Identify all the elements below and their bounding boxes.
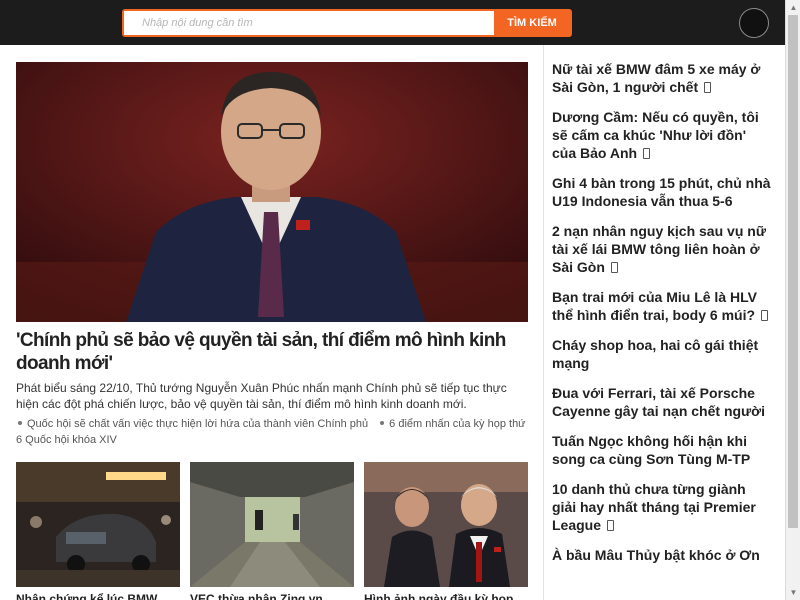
sidebar-news-title[interactable]: Nữ tài xế BMW đâm 5 xe máy ở Sài Gòn, 1 … [552,61,760,95]
thumbnail-image[interactable] [364,462,528,587]
sidebar-news-item[interactable]: 10 danh thủ chưa từng giành giải hay nhấ… [552,480,771,534]
bullet-icon [380,421,385,426]
sidebar-news-item[interactable]: Tuấn Ngọc không hối hận khi song ca cùng… [552,432,771,468]
sidebar-news-item[interactable]: À bầu Mâu Thủy bật khóc ở Ơn [552,546,771,564]
trending-sidebar: Nữ tài xế BMW đâm 5 xe máy ở Sài Gòn, 1 … [543,45,785,600]
sidebar-news-title[interactable]: 10 danh thủ chưa từng giành giải hay nhấ… [552,481,756,533]
sidebar-news-item[interactable]: Ghi 4 bàn trong 15 phút, chủ nhà U19 Ind… [552,174,771,210]
search-input[interactable] [124,11,494,35]
page-scrollbar[interactable]: ▲ ▼ [785,0,800,600]
main-content: 'Chính phủ sẽ bảo vệ quyền tài sản, thí … [0,45,785,600]
scroll-thumb[interactable] [788,15,798,528]
tunnel-photo [190,462,354,587]
featured-title[interactable]: 'Chính phủ sẽ bảo vệ quyền tài sản, thí … [16,329,528,375]
related-links: Quốc hội sẽ chất vấn việc thực hiện lời … [16,416,528,448]
sidebar-news-title[interactable]: Tuấn Ngọc không hối hận khi song ca cùng… [552,433,750,467]
video-icon [704,82,712,93]
featured-column: 'Chính phủ sẽ bảo vệ quyền tài sản, thí … [16,62,528,600]
thumbnail-title[interactable]: Nhân chứng kể lúc BMW [16,591,180,600]
parliament-photo [364,462,528,587]
search-button[interactable]: TÌM KIẾM [494,11,570,35]
video-icon [643,148,651,159]
related-link[interactable]: Quốc hội sẽ chất vấn việc thực hiện lời … [27,418,368,430]
sidebar-news-item[interactable]: Cháy shop hoa, hai cô gái thiệt mạng [552,336,771,372]
featured-description: Phát biểu sáng 22/10, Thủ tướng Nguyễn X… [16,381,507,411]
thumbnail-image[interactable] [190,462,354,587]
scroll-down-arrow-icon[interactable]: ▼ [786,585,800,600]
sidebar-news-item[interactable]: 2 nạn nhân nguy kịch sau vụ nữ tài xế lá… [552,222,771,276]
thumbnail-card[interactable]: Hình ảnh ngày đầu kỳ họp [364,462,528,600]
bullet-icon [18,421,22,426]
thumbnail-image[interactable] [16,462,180,587]
video-icon [607,520,615,531]
thumbnail-title[interactable]: Hình ảnh ngày đầu kỳ họp [364,591,528,600]
video-icon [610,262,618,273]
crash-photo [16,462,180,587]
sidebar-news-title[interactable]: À bầu Mâu Thủy bật khóc ở Ơn [552,547,760,563]
sidebar-news-title[interactable]: 2 nạn nhân nguy kịch sau vụ nữ tài xế lá… [552,223,766,275]
featured-image[interactable] [16,62,528,322]
sidebar-news-title[interactable]: Ghi 4 bàn trong 15 phút, chủ nhà U19 Ind… [552,175,771,209]
sidebar-news-item[interactable]: Nữ tài xế BMW đâm 5 xe máy ở Sài Gòn, 1 … [552,60,771,96]
scroll-up-arrow-icon[interactable]: ▲ [786,0,800,15]
sidebar-news-title[interactable]: Dương Cầm: Nếu có quyền, tôi sẽ cấm ca k… [552,109,759,161]
thumbnail-card[interactable]: Nhân chứng kể lúc BMW [16,462,180,600]
video-icon [761,310,769,321]
featured-photo [16,62,528,322]
top-bar: TÌM KIẾM [0,0,785,45]
thumbnail-row: Nhân chứng kể lúc BMW VEC thừa nhận Zing… [16,462,528,600]
sidebar-news-title[interactable]: Đua với Ferrari, tài xế Porsche Cayenne … [552,385,765,419]
sidebar-news-item[interactable]: Đua với Ferrari, tài xế Porsche Cayenne … [552,384,771,420]
user-avatar[interactable] [739,8,769,38]
sidebar-news-item[interactable]: Bạn trai mới của Miu Lê là HLV thể hình … [552,288,771,324]
sidebar-news-title[interactable]: Bạn trai mới của Miu Lê là HLV thể hình … [552,289,757,323]
sidebar-news-title[interactable]: Cháy shop hoa, hai cô gái thiệt mạng [552,337,758,371]
search-box: TÌM KIẾM [122,9,572,37]
thumbnail-card[interactable]: VEC thừa nhận Zing.vn [190,462,354,600]
thumbnail-title[interactable]: VEC thừa nhận Zing.vn [190,591,354,600]
sidebar-news-item[interactable]: Dương Cầm: Nếu có quyền, tôi sẽ cấm ca k… [552,108,771,162]
